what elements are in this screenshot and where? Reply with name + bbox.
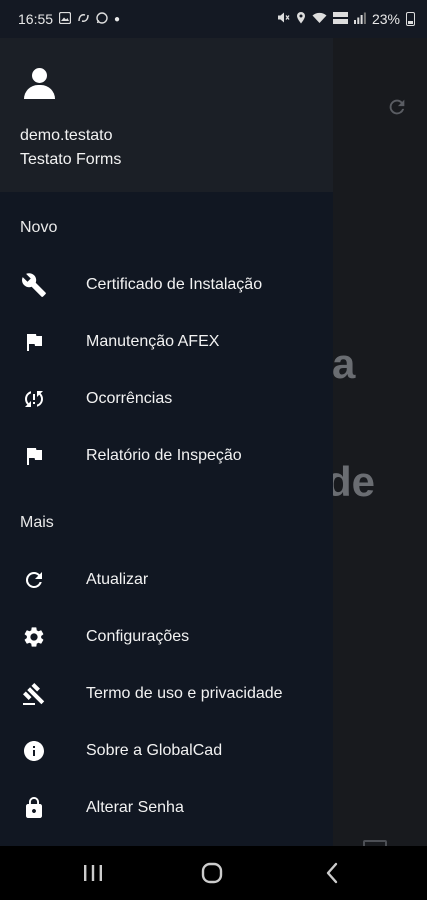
menu-item-certificado-instalacao[interactable]: Certificado de Instalação — [0, 260, 333, 310]
background-text-1: a — [332, 340, 356, 387]
status-bar: 16:55 ● 23% — [0, 0, 427, 38]
menu-item-ocorrencias[interactable]: Ocorrências — [0, 374, 333, 424]
drawer-header: demo.testato Testato Forms — [0, 38, 333, 192]
menu-item-label: Termo de uso e privacidade — [86, 685, 283, 702]
menu-item-atualizar[interactable]: Atualizar — [0, 555, 333, 605]
user-name: demo.testato — [20, 127, 113, 144]
status-left: 16:55 ● — [18, 11, 120, 27]
mute-icon — [277, 11, 290, 27]
app-name: Testato Forms — [20, 151, 122, 168]
user-avatar-icon — [24, 68, 56, 100]
signal-icon — [353, 11, 366, 27]
gavel-icon — [20, 680, 48, 708]
menu-item-label: Ocorrências — [86, 390, 173, 407]
status-time: 16:55 — [18, 11, 54, 27]
flag-icon — [20, 442, 48, 470]
navigation-drawer: demo.testato Testato Forms Novo Certific… — [0, 38, 333, 846]
home-icon — [201, 862, 223, 884]
home-button[interactable] — [182, 846, 242, 900]
menu-item-label: Atualizar — [86, 571, 149, 588]
background-text-2: de — [326, 458, 376, 505]
sync-icon — [77, 12, 90, 27]
background-refresh-icon — [386, 96, 408, 125]
back-button[interactable] — [302, 846, 362, 900]
image-icon — [58, 11, 72, 27]
lte-icon — [332, 11, 348, 27]
menu-item-label: Relatório de Inspeção — [86, 447, 242, 464]
refresh-icon — [20, 566, 48, 594]
section-title-mais: Mais — [20, 514, 54, 531]
menu-item-label: Sobre a GlobalCad — [86, 742, 223, 759]
status-right: 23% — [277, 11, 415, 27]
menu-item-configuracoes[interactable]: Configurações — [0, 612, 333, 662]
notification-dot-icon: ● — [114, 13, 121, 25]
menu-item-label: Alterar Senha — [86, 799, 184, 816]
system-navigation-bar — [0, 846, 427, 900]
recents-icon — [84, 865, 102, 881]
menu-item-label: Manutenção AFEX — [86, 333, 220, 350]
menu-item-label: Configurações — [86, 628, 190, 645]
recents-button[interactable] — [63, 846, 123, 900]
gear-icon — [20, 623, 48, 651]
flag-icon — [20, 328, 48, 356]
location-icon — [296, 11, 306, 27]
back-icon — [326, 862, 338, 884]
info-icon — [20, 737, 48, 765]
lock-icon — [20, 794, 48, 822]
section-title-novo: Novo — [20, 219, 58, 236]
menu-item-sobre-globalcad[interactable]: Sobre a GlobalCad — [0, 726, 333, 776]
menu-item-alterar-senha[interactable]: Alterar Senha — [0, 783, 333, 833]
battery-percent: 23% — [371, 11, 400, 27]
sync-alert-icon — [20, 385, 48, 413]
menu-item-label: Certificado de Instalação — [86, 276, 263, 293]
menu-item-relatorio-inspecao[interactable]: Relatório de Inspeção — [0, 431, 333, 481]
battery-icon — [406, 12, 415, 26]
menu-item-manutencao-afex[interactable]: Manutenção AFEX — [0, 317, 333, 367]
wifi-icon — [312, 11, 327, 27]
whatsapp-icon — [96, 11, 108, 27]
menu-item-termo-uso-privacidade[interactable]: Termo de uso e privacidade — [0, 669, 333, 719]
wrench-icon — [20, 271, 48, 299]
